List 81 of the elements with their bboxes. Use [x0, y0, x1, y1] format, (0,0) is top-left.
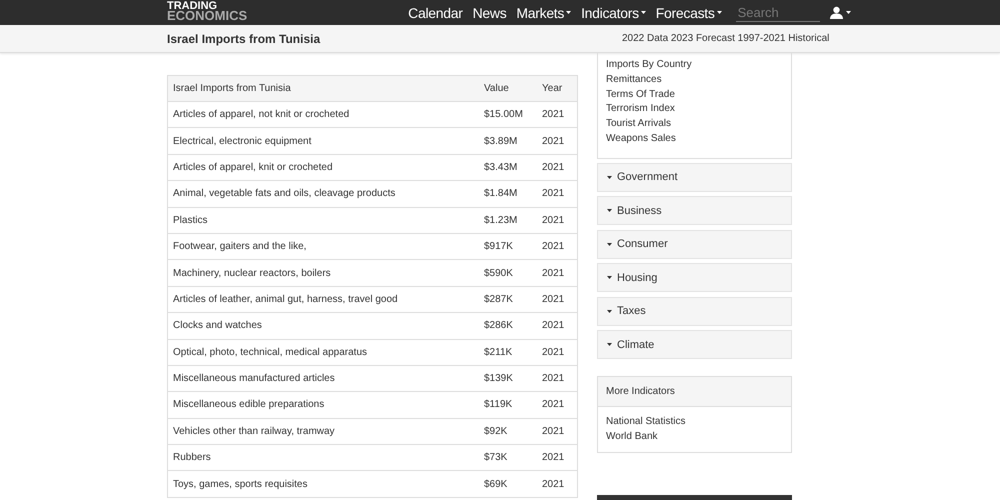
- section-label: Climate: [617, 338, 654, 351]
- table-cell: $286K: [479, 312, 537, 340]
- caret-icon: [846, 11, 851, 14]
- table-cell: $287K: [479, 286, 537, 313]
- category-section[interactable]: Taxes: [597, 296, 792, 326]
- column-header: Israel Imports from Tunisia: [168, 76, 479, 102]
- table-cell: 2021: [537, 418, 578, 445]
- table-cell: Optical, photo, technical, medical apparatus: [168, 339, 479, 366]
- section-label: Business: [617, 204, 662, 217]
- table-cell: $15.00M: [479, 102, 537, 128]
- table-cell: Electrical, electronic equipment: [168, 128, 479, 154]
- table-cell: 2021: [537, 233, 578, 260]
- table-cell: Articles of apparel, knit or crocheted: [168, 154, 479, 181]
- indicator-link[interactable]: Weapons Sales: [606, 132, 783, 147]
- category-section[interactable]: Consumer: [597, 230, 792, 259]
- table-cell: 2021: [537, 260, 578, 286]
- forecast-links[interactable]: 2022 Data 2023 Forecast 1997-2021 Historical: [622, 33, 830, 44]
- table-cell: $73K: [479, 444, 537, 471]
- indicator-link[interactable]: National Statistics: [606, 414, 783, 430]
- table-cell: 2021: [537, 470, 578, 498]
- section-label: Housing: [617, 272, 658, 284]
- table-cell: Vehicles other than railway, tramway: [168, 418, 479, 445]
- table-cell: 2021: [537, 392, 578, 418]
- table-cell: Clocks and watches: [168, 312, 479, 340]
- table-cell: 2021: [537, 365, 578, 392]
- nav-link[interactable]: Forecasts: [656, 4, 722, 20]
- table-cell: $3.89M: [479, 128, 537, 154]
- table-cell: Footwear, gaiters and the like,: [168, 233, 479, 260]
- table-cell: Toys, games, sports requisites: [168, 470, 479, 498]
- category-section[interactable]: Housing: [597, 263, 792, 292]
- nav-link[interactable]: Indicators: [581, 4, 646, 20]
- table-cell: $139K: [479, 365, 537, 392]
- table-cell: 2021: [537, 286, 578, 313]
- indicator-link[interactable]: Tourist Arrivals: [606, 117, 783, 132]
- table-cell: 2021: [537, 312, 578, 340]
- table-cell: $3.43M: [479, 154, 537, 181]
- indicator-link[interactable]: Terrorism Index: [606, 102, 783, 118]
- nav-link[interactable]: News: [472, 4, 506, 20]
- logo[interactable]: TRADING ECONOMICS: [167, 0, 248, 20]
- table-cell: Miscellaneous manufactured articles: [168, 365, 479, 392]
- user-menu-button[interactable]: [830, 6, 851, 19]
- table-cell: 2021: [537, 444, 578, 471]
- nav-link[interactable]: Calendar: [408, 4, 463, 20]
- table-cell: Articles of apparel, not knit or crocheted: [168, 102, 479, 128]
- category-section[interactable]: Business: [597, 196, 792, 226]
- table-cell: $69K: [479, 470, 537, 498]
- table-cell: $92K: [479, 418, 537, 445]
- search-field[interactable]: Search: [736, 3, 820, 22]
- table-cell: 2021: [537, 180, 578, 208]
- indicator-link[interactable]: Remittances: [606, 72, 783, 88]
- category-section[interactable]: Government: [597, 162, 792, 192]
- indicator-link[interactable]: Terms Of Trade: [606, 88, 783, 102]
- column-header: Year: [537, 76, 578, 102]
- table-cell: 2021: [537, 154, 578, 181]
- table-cell: 2021: [537, 128, 578, 154]
- table-cell: Miscellaneous edible preparations: [168, 392, 479, 418]
- column-header: Value: [479, 76, 537, 102]
- table-cell: 2021: [537, 102, 578, 128]
- table-cell: 2021: [537, 339, 578, 366]
- section-label: Taxes: [617, 305, 646, 318]
- section-label: Government: [617, 171, 678, 184]
- nav-link[interactable]: Markets: [516, 4, 572, 20]
- table-cell: Machinery, nuclear reactors, boilers: [168, 260, 479, 286]
- category-section[interactable]: Climate: [597, 330, 792, 360]
- table-cell: $1.84M: [479, 180, 537, 208]
- page-title: Israel Imports from Tunisia: [167, 32, 322, 46]
- table-cell: 2021: [537, 207, 578, 234]
- table-cell: Articles of leather, animal gut, harness, travel good: [168, 286, 479, 313]
- panel-header: More Indicators: [598, 376, 791, 407]
- table-cell: Rubbers: [168, 444, 479, 471]
- table-cell: Animal, vegetable fats and oils, cleavage products: [168, 180, 479, 208]
- indicator-link[interactable]: Imports By Country: [606, 58, 783, 73]
- table-cell: $590K: [479, 260, 537, 286]
- table-cell: $119K: [479, 392, 537, 418]
- user-icon: [830, 6, 843, 19]
- table-cell: $1.23M: [479, 207, 537, 234]
- section-label: Consumer: [617, 238, 668, 250]
- table-cell: $211K: [479, 339, 537, 366]
- indicator-link[interactable]: World Bank: [606, 430, 783, 444]
- table-cell: Plastics: [168, 207, 479, 234]
- table-cell: $917K: [479, 233, 537, 260]
